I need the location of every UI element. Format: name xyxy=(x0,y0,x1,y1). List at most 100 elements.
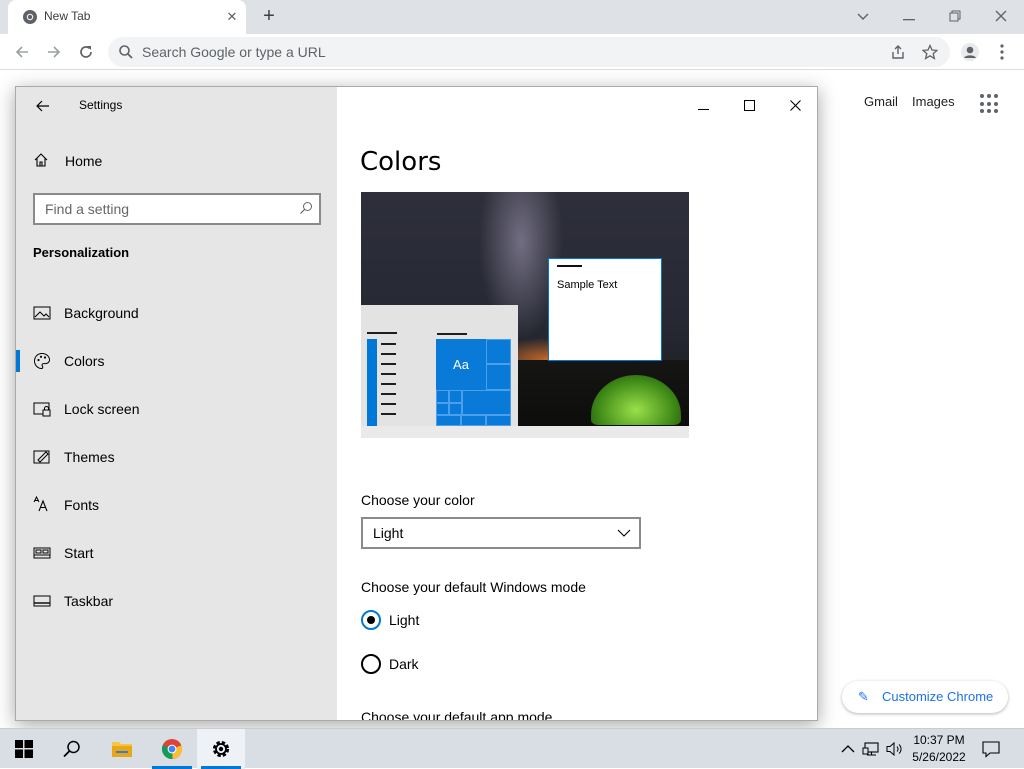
omnibox-input[interactable] xyxy=(142,42,842,62)
customize-chrome-button[interactable]: ✎ Customize Chrome xyxy=(842,681,1008,713)
start-menu-line xyxy=(381,363,396,365)
start-menu-line xyxy=(381,413,396,415)
find-setting-search-box[interactable] xyxy=(33,193,321,225)
start-menu-strip xyxy=(367,339,377,426)
preview-tile xyxy=(449,390,462,403)
nav-item-label: Background xyxy=(64,305,139,321)
start-menu-line xyxy=(381,393,396,395)
browser-minimize-button[interactable] xyxy=(896,4,922,28)
tab-title: New Tab xyxy=(44,9,91,23)
preview-tile-aa: Aa xyxy=(436,339,486,390)
windows-taskbar: 10:37 PM 5/26/2022 xyxy=(0,728,1024,769)
new-tab-button[interactable]: + xyxy=(258,6,280,28)
nav-section-heading: Personalization xyxy=(33,245,130,260)
preview-sample-window: Sample Text xyxy=(548,258,662,361)
chevron-down-icon xyxy=(617,529,631,537)
settings-content-pane: Colors Aa Sample Text Choose your color … xyxy=(337,87,817,720)
start-menu-line xyxy=(381,373,396,375)
preview-taskbar xyxy=(361,426,689,438)
preview-tile xyxy=(461,415,486,426)
tab-search-chevron-icon[interactable] xyxy=(850,4,876,28)
chrome-icon xyxy=(161,739,182,760)
clock-time[interactable]: 10:37 PM xyxy=(908,733,970,747)
forward-arrow-icon[interactable] xyxy=(42,40,66,64)
nav-item-label: Fonts xyxy=(64,497,100,513)
search-icon xyxy=(300,202,312,214)
radio-label: Light xyxy=(389,612,420,628)
network-icon[interactable] xyxy=(862,739,882,759)
start-button[interactable] xyxy=(0,729,48,769)
windows-mode-dark-radio[interactable]: Dark xyxy=(361,652,561,676)
clock-date[interactable]: 5/26/2022 xyxy=(908,750,970,764)
nav-item-background[interactable]: Background xyxy=(16,293,337,333)
preview-tile xyxy=(462,390,511,415)
choose-color-value: Light xyxy=(373,525,404,541)
settings-minimize-button[interactable] xyxy=(689,95,717,117)
back-arrow-icon[interactable] xyxy=(10,40,34,64)
radio-circle xyxy=(361,654,381,674)
themes-icon xyxy=(33,450,50,464)
nav-item-themes[interactable]: Themes xyxy=(16,437,337,477)
bookmark-star-icon[interactable] xyxy=(922,44,938,60)
nav-item-label: Taskbar xyxy=(64,593,114,609)
settings-maximize-button[interactable] xyxy=(735,95,763,117)
nav-item-start[interactable]: Start xyxy=(16,533,337,573)
preview-tile xyxy=(486,364,511,390)
settings-taskbar-button[interactable] xyxy=(197,729,245,769)
share-icon[interactable] xyxy=(890,44,906,60)
picture-icon xyxy=(33,306,51,320)
pencil-icon: ✎ xyxy=(858,689,869,704)
find-setting-input[interactable] xyxy=(45,200,285,218)
search-icon xyxy=(63,740,80,758)
nav-item-lock-screen[interactable]: Lock screen xyxy=(16,389,337,429)
show-hidden-icons-chevron-icon[interactable] xyxy=(838,739,858,759)
nav-item-fonts[interactable]: Fonts xyxy=(16,485,337,525)
omnibox[interactable] xyxy=(108,37,950,67)
preview-tile xyxy=(449,403,462,415)
tab-new-tab[interactable]: New Tab ✕ xyxy=(8,0,246,34)
windows-mode-light-radio[interactable]: Light xyxy=(361,608,561,632)
settings-close-button[interactable] xyxy=(781,95,809,117)
app-mode-label: Choose your default app mode xyxy=(361,709,553,721)
nav-item-label: Lock screen xyxy=(64,401,140,417)
images-link[interactable]: Images xyxy=(912,94,955,109)
start-menu-line xyxy=(381,403,396,405)
browser-toolbar xyxy=(0,34,1024,70)
browser-close-button[interactable] xyxy=(988,4,1014,28)
radio-label: Dark xyxy=(389,656,419,672)
choose-color-label: Choose your color xyxy=(361,492,475,508)
start-menu-line xyxy=(437,333,467,335)
chrome-taskbar-button[interactable] xyxy=(148,729,196,769)
nav-item-label: Themes xyxy=(64,449,115,465)
folder-icon xyxy=(112,742,132,757)
sample-window-titlebar xyxy=(557,265,582,267)
settings-nav-pane: Settings Home Personalization Background… xyxy=(16,87,337,720)
nav-home[interactable]: Home xyxy=(33,149,313,173)
profile-avatar-icon[interactable] xyxy=(958,40,982,64)
preview-tile xyxy=(486,415,511,426)
preview-tile xyxy=(436,415,461,426)
search-icon xyxy=(119,45,133,59)
customize-chrome-label: Customize Chrome xyxy=(882,689,994,704)
settings-back-button[interactable] xyxy=(32,95,54,117)
nav-item-taskbar[interactable]: Taskbar xyxy=(16,581,337,621)
preview-tile xyxy=(436,390,449,403)
file-explorer-taskbar-button[interactable] xyxy=(98,729,146,769)
palette-icon xyxy=(33,352,51,370)
volume-icon[interactable] xyxy=(885,739,905,759)
settings-window-title: Settings xyxy=(79,98,123,112)
browser-menu-kebab-icon[interactable] xyxy=(990,40,1014,64)
nav-item-colors[interactable]: Colors xyxy=(16,341,337,381)
gmail-link[interactable]: Gmail xyxy=(864,94,898,109)
start-menu-line xyxy=(381,343,396,345)
tab-close-icon[interactable]: ✕ xyxy=(224,9,240,25)
reload-icon[interactable] xyxy=(74,40,98,64)
windows-logo-icon xyxy=(15,740,33,758)
choose-color-dropdown[interactable]: Light xyxy=(361,517,641,549)
google-apps-icon[interactable] xyxy=(980,94,1000,114)
taskbar-search-button[interactable] xyxy=(48,729,96,769)
action-center-notification-icon[interactable] xyxy=(981,739,1001,759)
browser-restore-button[interactable] xyxy=(942,4,968,28)
nav-item-label: Start xyxy=(64,545,94,561)
fonts-icon xyxy=(33,496,48,512)
